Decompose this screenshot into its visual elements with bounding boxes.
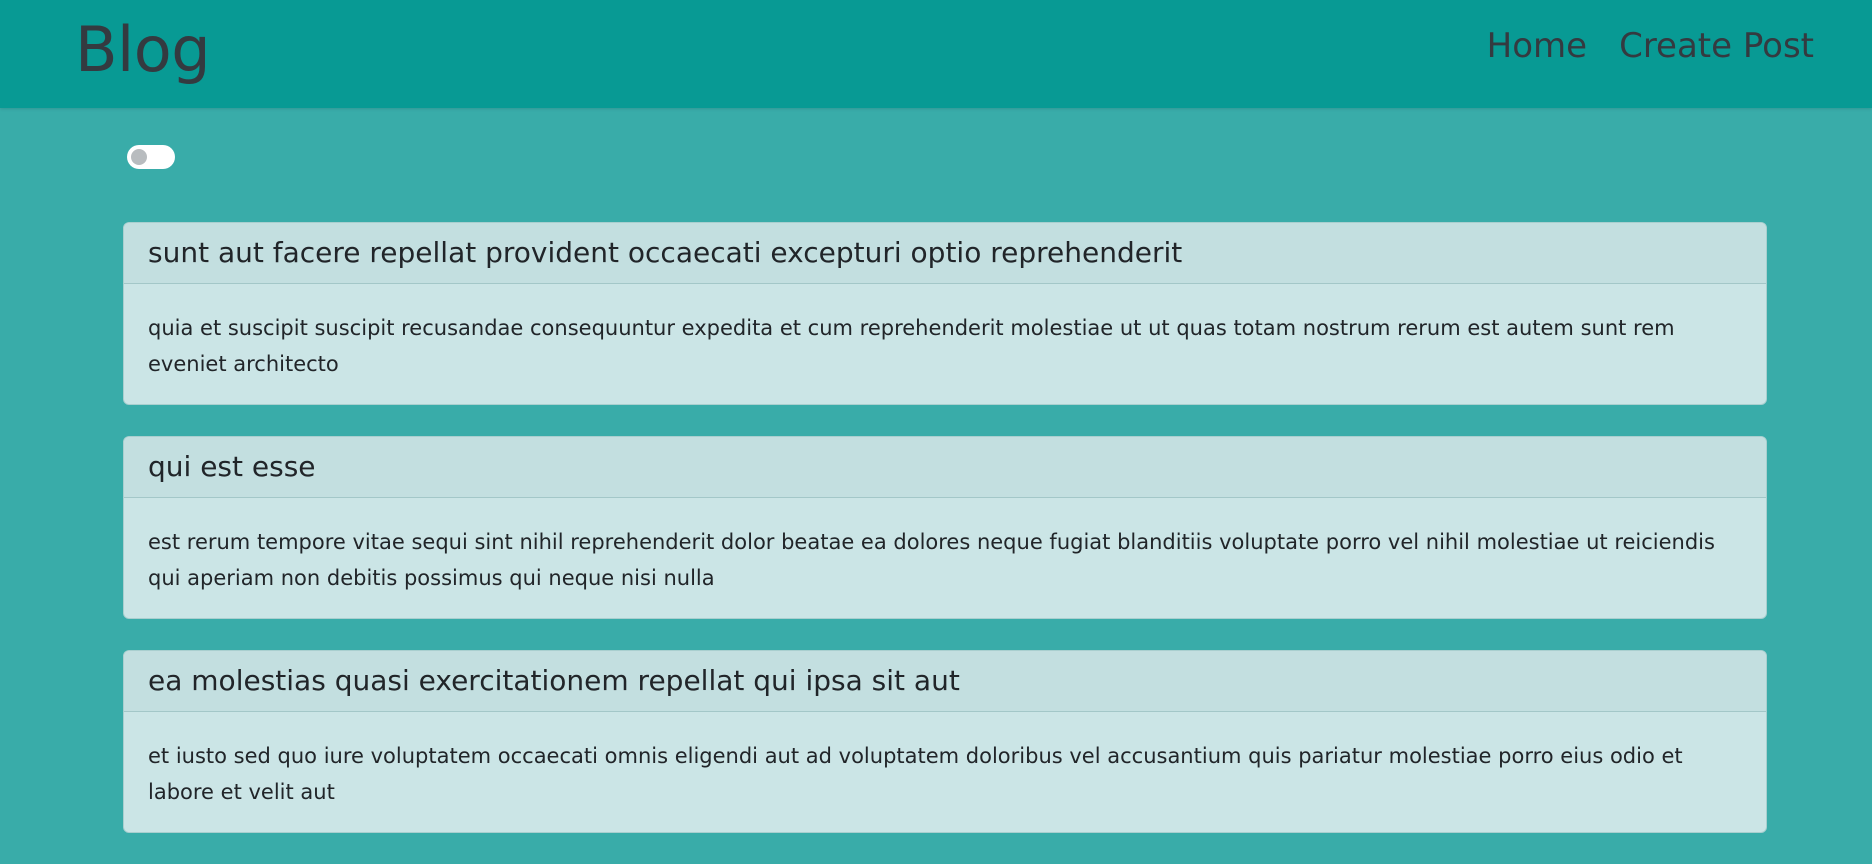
nav-link-create-post[interactable]: Create Post xyxy=(1619,22,1814,70)
post-title: sunt aut facere repellat provident occae… xyxy=(124,223,1766,284)
top-navbar: Blog Home Create Post xyxy=(0,0,1872,108)
post-title: ea molestias quasi exercitationem repell… xyxy=(124,651,1766,712)
post-card: ea molestias quasi exercitationem repell… xyxy=(123,650,1767,833)
post-card: sunt aut facere repellat provident occae… xyxy=(123,222,1767,405)
nav-link-home[interactable]: Home xyxy=(1487,22,1587,70)
post-card: qui est esse est rerum tempore vitae seq… xyxy=(123,436,1767,619)
post-title: qui est esse xyxy=(124,437,1766,498)
post-body: et iusto sed quo iure voluptatem occaeca… xyxy=(148,744,1683,804)
brand-logo-link[interactable]: Blog xyxy=(75,10,211,90)
post-body: est rerum tempore vitae sequi sint nihil… xyxy=(148,530,1715,590)
toggle-knob xyxy=(131,149,147,165)
theme-toggle-switch[interactable] xyxy=(127,145,175,169)
nav-links: Home Create Post xyxy=(1487,22,1814,70)
post-list: sunt aut facere repellat provident occae… xyxy=(123,222,1767,864)
post-body: quia et suscipit suscipit recusandae con… xyxy=(148,316,1675,376)
